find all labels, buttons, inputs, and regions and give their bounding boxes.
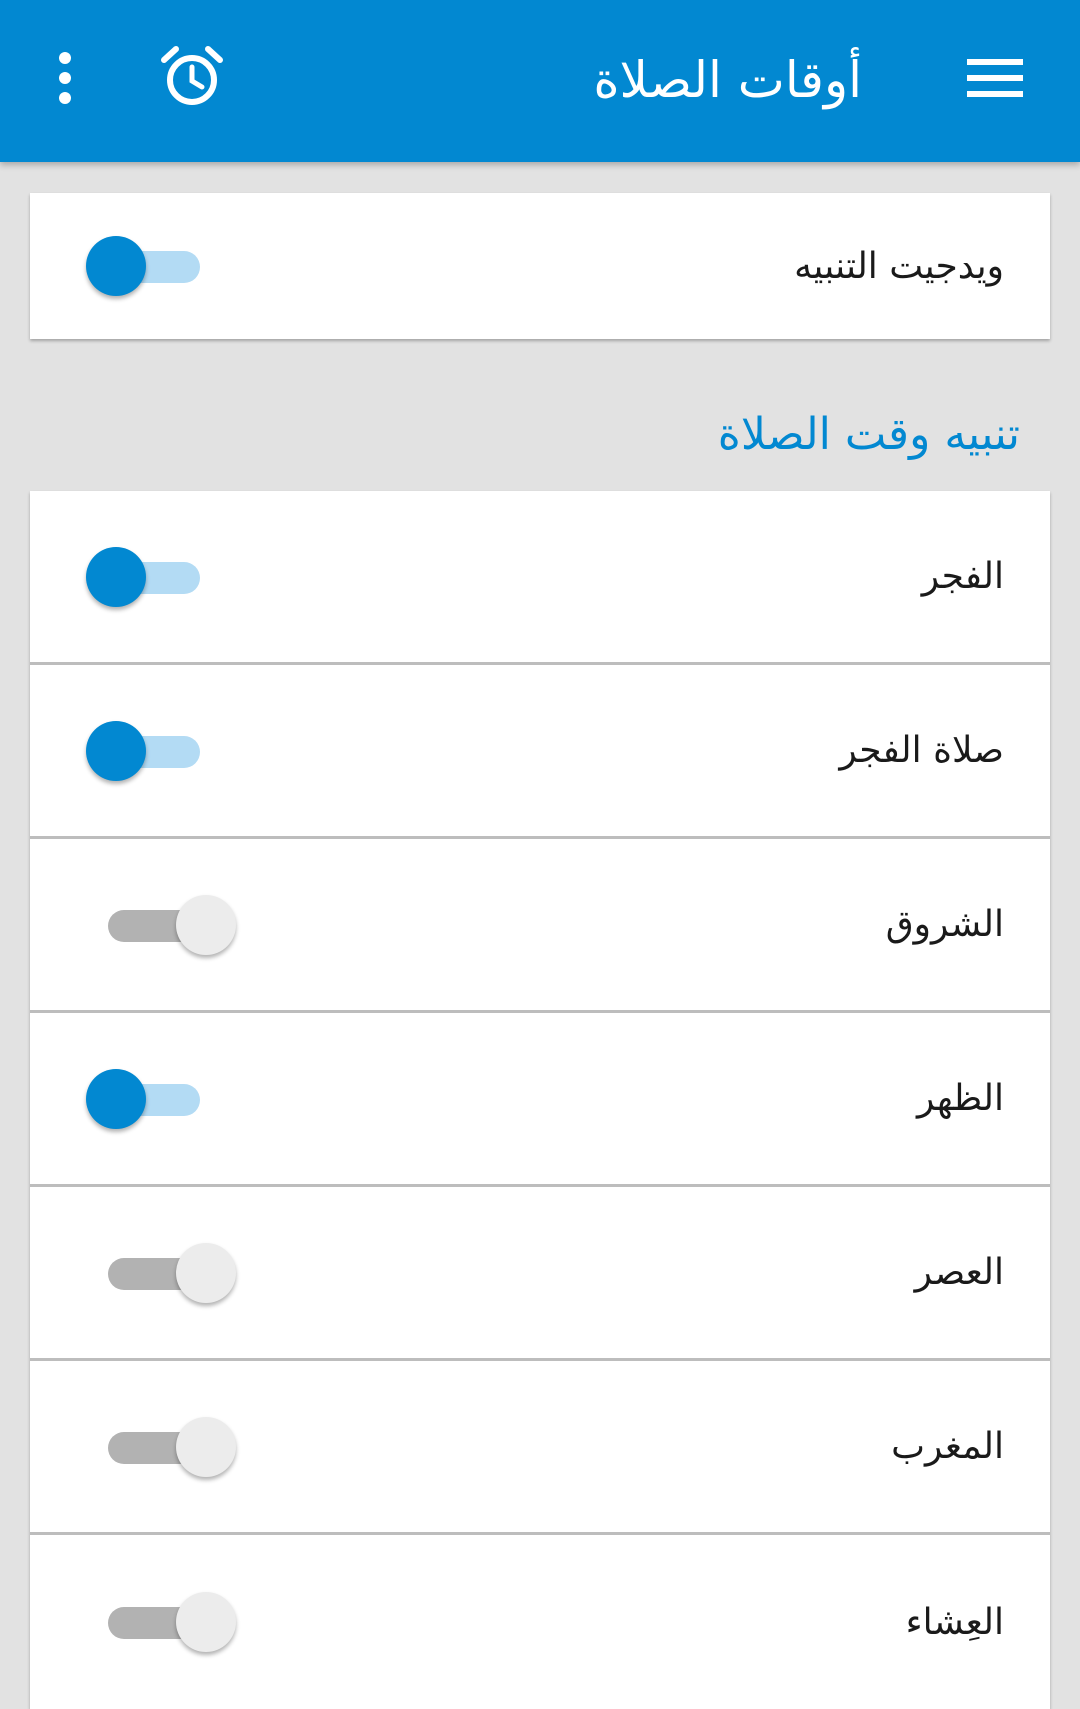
prayer-row-fajr[interactable]: الفجر [30,491,1050,665]
switch-thumb [86,546,146,607]
app-bar: أوقات الصلاة [0,0,1080,162]
prayer-label: الشروق [885,904,1004,945]
prayer-label: الظهر [917,1078,1004,1119]
widget-toggle-label: ويدجيت التنبيه [794,245,1004,287]
prayer-toggle-switch[interactable] [86,1240,236,1306]
prayer-label: العِشاء [905,1601,1004,1643]
app-title: أوقات الصلاة [593,51,862,109]
switch-thumb [176,1416,236,1477]
prayer-row-dhuhr[interactable]: الظهر [30,1013,1050,1187]
menu-button[interactable] [955,40,1035,120]
prayer-toggle-switch[interactable] [86,892,236,958]
prayer-label: الفجر [921,556,1004,597]
widget-toggle-row[interactable]: ويدجيت التنبيه [30,193,1050,339]
hamburger-menu-icon [967,58,1023,102]
prayer-alerts-card: الفجر صلاة الفجر الشروق الظهر العصر المغ… [30,491,1050,1709]
prayer-toggle-switch[interactable] [86,718,206,784]
prayer-row-asr[interactable]: العصر [30,1187,1050,1361]
prayer-label: العصر [914,1252,1004,1293]
prayer-row-isha[interactable]: العِشاء [30,1535,1050,1709]
more-options-button[interactable] [30,40,100,120]
switch-thumb [86,1068,146,1129]
switch-thumb [176,1242,236,1303]
prayer-label: المغرب [891,1426,1004,1467]
section-title-prayer-alerts: تنبيه وقت الصلاة [717,409,1020,460]
alarm-button[interactable] [150,36,234,120]
alarm-clock-icon [160,44,224,112]
switch-thumb [86,236,146,296]
prayer-label: صلاة الفجر [839,730,1004,771]
prayer-row-fajr-prayer[interactable]: صلاة الفجر [30,665,1050,839]
prayer-row-sunrise[interactable]: الشروق [30,839,1050,1013]
prayer-toggle-switch[interactable] [86,544,206,610]
widget-toggle-switch[interactable] [86,233,206,299]
prayer-toggle-switch[interactable] [86,1589,236,1655]
more-vert-icon [57,52,73,108]
switch-thumb [176,894,236,955]
switch-thumb [176,1592,236,1652]
widget-settings-card: ويدجيت التنبيه [30,193,1050,339]
prayer-toggle-switch[interactable] [86,1066,206,1132]
prayer-toggle-switch[interactable] [86,1414,236,1480]
prayer-row-maghrib[interactable]: المغرب [30,1361,1050,1535]
switch-thumb [86,720,146,781]
